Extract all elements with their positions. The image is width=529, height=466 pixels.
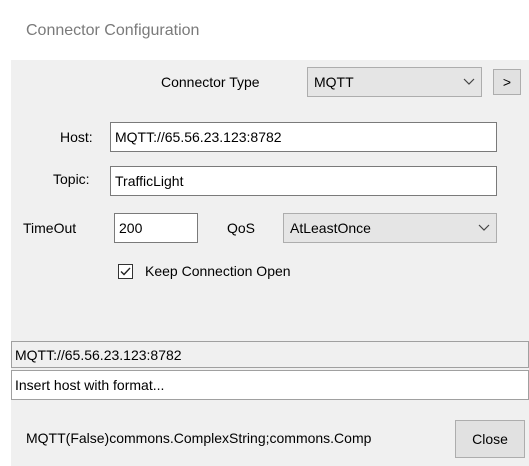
chevron-down-icon [457, 78, 481, 86]
timeout-value: 200 [119, 220, 143, 236]
connector-type-label: Connector Type [161, 74, 260, 90]
connector-type-select[interactable]: MQTT [307, 67, 482, 97]
next-button-label: > [502, 74, 512, 90]
close-button-label: Close [472, 431, 508, 447]
keep-connection-label: Keep Connection Open [145, 263, 291, 279]
topic-input[interactable]: TrafficLight [110, 166, 497, 196]
host-display-strip: MQTT://65.56.23.123:8782 [11, 341, 529, 368]
timeout-label: TimeOut [23, 220, 77, 236]
timeout-input[interactable]: 200 [114, 213, 198, 243]
qos-select[interactable]: AtLeastOnce [283, 213, 497, 243]
qos-value: AtLeastOnce [290, 220, 371, 236]
host-label: Host: [60, 129, 93, 145]
title-bar: Connector Configuration [0, 0, 529, 39]
host-value: MQTT://65.56.23.123:8782 [115, 129, 282, 145]
keep-connection-checkbox[interactable] [118, 264, 133, 279]
topic-label: Topic: [53, 171, 90, 187]
topic-value: TrafficLight [115, 173, 184, 189]
check-icon [120, 267, 131, 276]
hint-strip: Insert host with format... [11, 370, 529, 400]
connector-next-button[interactable]: > [493, 69, 521, 95]
window-title: Connector Configuration [26, 22, 200, 39]
qos-label: QoS [227, 220, 256, 236]
host-input[interactable]: MQTT://65.56.23.123:8782 [110, 122, 497, 152]
connector-type-value: MQTT [314, 74, 354, 90]
close-button[interactable]: Close [455, 420, 525, 458]
hint-text: Insert host with format... [15, 377, 165, 393]
chevron-down-icon [472, 224, 496, 232]
summary-text: MQTT(False)commons.ComplexString;commons… [26, 430, 372, 446]
host-display-text: MQTT://65.56.23.123:8782 [15, 346, 182, 363]
